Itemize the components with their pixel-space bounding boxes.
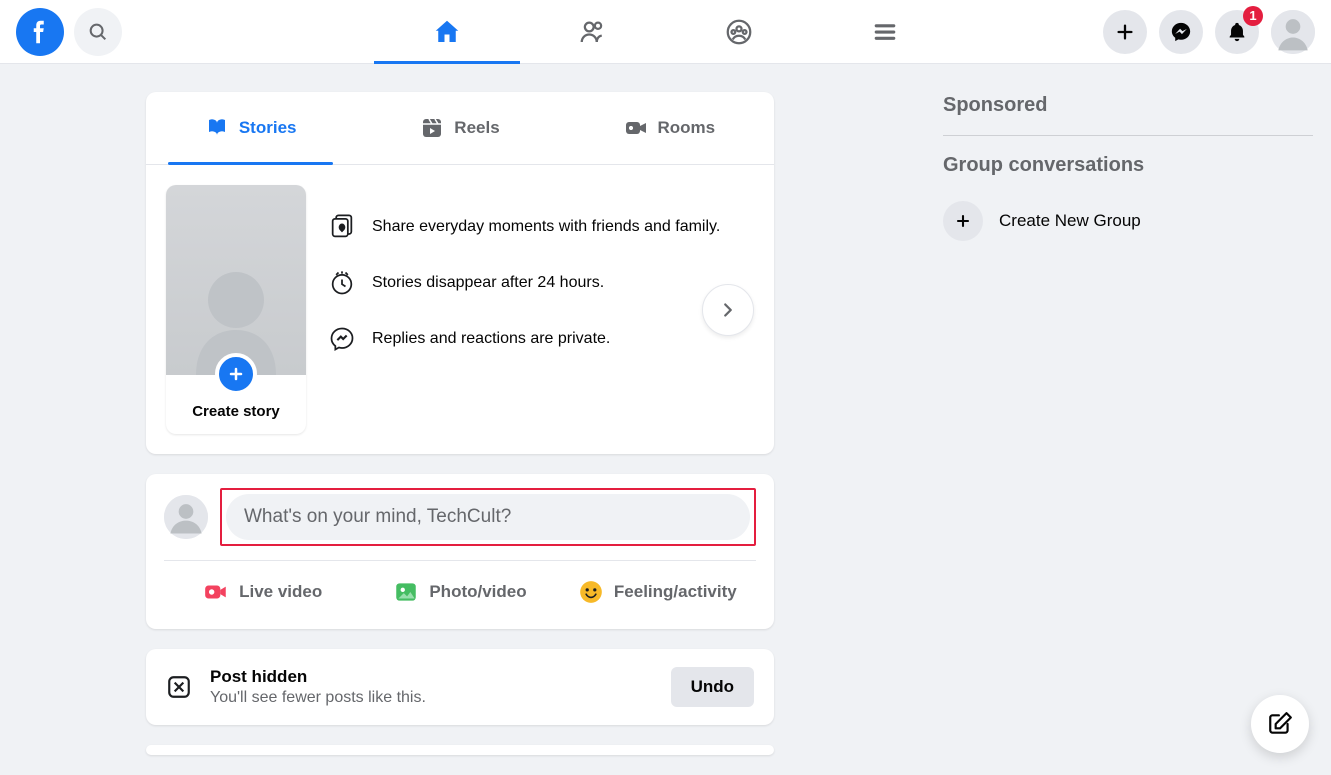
- notifications-button[interactable]: 1: [1215, 10, 1259, 54]
- live-video-label: Live video: [239, 582, 322, 602]
- sponsored-heading: Sponsored: [943, 80, 1313, 131]
- tab-rooms[interactable]: Rooms: [565, 92, 774, 164]
- composer-actions: Live video Photo/video Feeling/activity: [164, 569, 756, 615]
- right-rail: Sponsored Group conversations Create New…: [943, 80, 1313, 251]
- cards-heart-icon: [328, 213, 356, 241]
- video-icon: [624, 116, 648, 140]
- create-story-button[interactable]: Create story: [166, 185, 306, 434]
- story-avatar-placeholder: [166, 185, 306, 375]
- groups-icon: [724, 17, 754, 47]
- main-content: Stories Reels Rooms: [0, 0, 1331, 775]
- clock-icon: [328, 269, 356, 297]
- stories-card: Stories Reels Rooms: [146, 92, 774, 454]
- news-feed: Stories Reels Rooms: [146, 64, 774, 775]
- messenger-outline-icon: [328, 325, 356, 353]
- composer-avatar[interactable]: [164, 495, 208, 539]
- story-info: Share everyday moments with friends and …: [328, 185, 754, 353]
- compose-icon: [1267, 711, 1293, 737]
- tab-reels[interactable]: Reels: [355, 92, 564, 164]
- create-group-label: Create New Group: [999, 211, 1141, 231]
- hidden-post-text: Post hidden You'll see fewer posts like …: [210, 667, 653, 707]
- undo-button[interactable]: Undo: [671, 667, 754, 707]
- live-video-icon: [203, 579, 229, 605]
- create-new-group-button[interactable]: Create New Group: [943, 191, 1313, 251]
- group-conversations-heading: Group conversations: [943, 140, 1313, 191]
- create-group-plus-icon: [943, 201, 983, 241]
- notification-badge: 1: [1243, 6, 1263, 26]
- photo-video-label: Photo/video: [429, 582, 526, 602]
- tab-stories-label: Stories: [239, 118, 297, 138]
- feeling-activity-label: Feeling/activity: [614, 582, 737, 602]
- messenger-icon: [1170, 21, 1192, 43]
- top-header: 1: [0, 0, 1331, 64]
- hidden-post-desc: You'll see fewer posts like this.: [210, 689, 653, 707]
- plus-icon: [1114, 21, 1136, 43]
- composer-highlight: What's on your mind, TechCult?: [220, 488, 756, 546]
- story-info-private-text: Replies and reactions are private.: [372, 330, 610, 348]
- tab-stories[interactable]: Stories: [146, 92, 355, 164]
- rail-divider: [943, 135, 1313, 136]
- header-nav: [374, 0, 958, 64]
- story-info-share-text: Share everyday moments with friends and …: [372, 218, 720, 236]
- photo-icon: [393, 579, 419, 605]
- header-left: [0, 8, 122, 56]
- tab-rooms-label: Rooms: [658, 118, 716, 138]
- search-icon: [87, 21, 109, 43]
- header-right: 1: [1103, 10, 1331, 54]
- stories-next-button[interactable]: [702, 284, 754, 336]
- next-card-peek: [146, 745, 774, 755]
- feeling-activity-button[interactable]: Feeling/activity: [559, 569, 756, 615]
- photo-video-button[interactable]: Photo/video: [361, 569, 558, 615]
- avatar-icon: [164, 495, 208, 539]
- nav-groups[interactable]: [666, 0, 812, 64]
- x-box-icon: [166, 674, 192, 700]
- account-button[interactable]: [1271, 10, 1315, 54]
- messenger-button[interactable]: [1159, 10, 1203, 54]
- avatar-icon: [1271, 10, 1315, 54]
- composer-top: What's on your mind, TechCult?: [164, 488, 756, 546]
- story-info-share: Share everyday moments with friends and …: [328, 213, 754, 241]
- stories-body: Create story Share everyday moments with…: [146, 165, 774, 454]
- hidden-post-notice: Post hidden You'll see fewer posts like …: [146, 649, 774, 725]
- story-info-private: Replies and reactions are private.: [328, 325, 754, 353]
- create-story-plus-icon: [215, 353, 257, 395]
- create-button[interactable]: [1103, 10, 1147, 54]
- nav-menu[interactable]: [812, 0, 958, 64]
- home-icon: [432, 17, 462, 47]
- book-icon: [205, 116, 229, 140]
- nav-friends[interactable]: [520, 0, 666, 64]
- menu-icon: [870, 17, 900, 47]
- stories-tabs: Stories Reels Rooms: [146, 92, 774, 165]
- hidden-post-title: Post hidden: [210, 667, 653, 687]
- search-button[interactable]: [74, 8, 122, 56]
- friends-icon: [578, 17, 608, 47]
- live-video-button[interactable]: Live video: [164, 569, 361, 615]
- smiley-icon: [578, 579, 604, 605]
- reels-icon: [420, 116, 444, 140]
- new-message-fab[interactable]: [1251, 695, 1309, 753]
- bell-icon: [1226, 21, 1248, 43]
- nav-home[interactable]: [374, 0, 520, 64]
- story-info-disappear: Stories disappear after 24 hours.: [328, 269, 754, 297]
- story-info-disappear-text: Stories disappear after 24 hours.: [372, 274, 604, 292]
- tab-reels-label: Reels: [454, 118, 499, 138]
- post-composer: What's on your mind, TechCult? Live vide…: [146, 474, 774, 629]
- chevron-right-icon: [717, 299, 739, 321]
- facebook-logo[interactable]: [16, 8, 64, 56]
- composer-divider: [164, 560, 756, 561]
- composer-input[interactable]: What's on your mind, TechCult?: [226, 494, 750, 540]
